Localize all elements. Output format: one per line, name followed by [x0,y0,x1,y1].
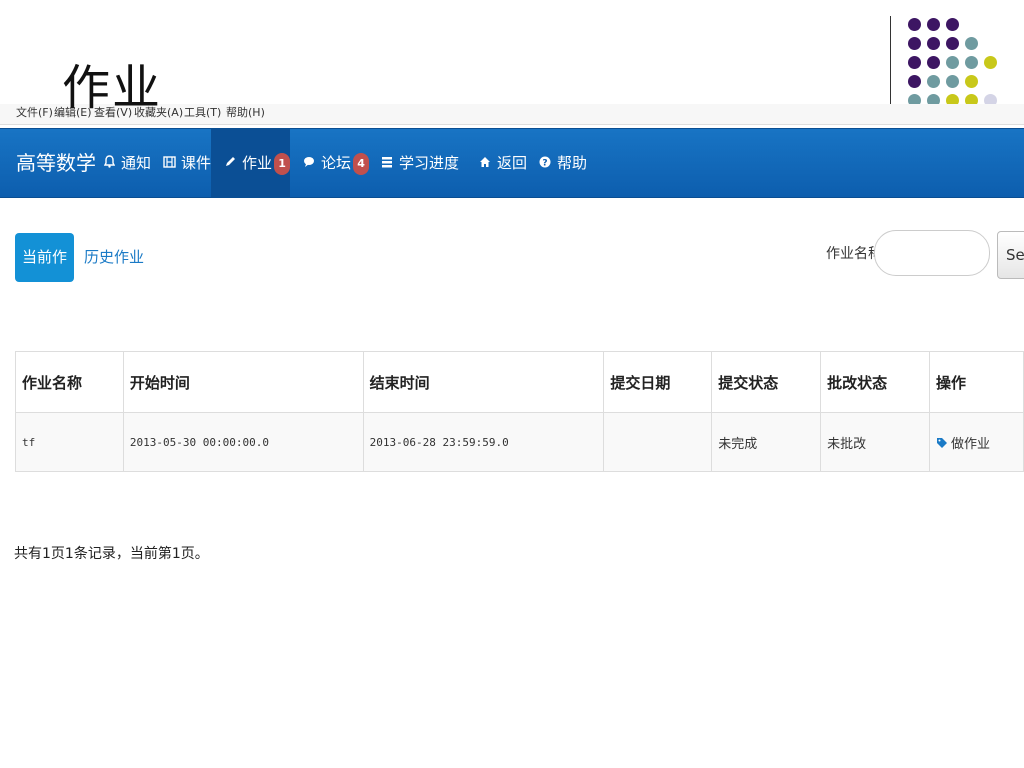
search-button[interactable]: Search [997,231,1024,279]
decorative-dot [984,56,997,69]
cell-submit-status: 未完成 [711,412,822,472]
col-header-submit-date: 提交日期 [603,351,713,413]
course-brand[interactable]: 高等数学 [16,147,96,176]
nav-item-progress[interactable]: 学习进度 [380,129,459,197]
bell-icon [102,131,116,199]
menu-help[interactable]: 帮助(H) [226,104,265,120]
decorative-dot [927,18,940,31]
question-icon: ? [538,131,552,199]
table-header-row: 作业名称 开始时间 结束时间 提交日期 提交状态 批改状态 操作 [15,351,1024,413]
nav-label-progress: 学习进度 [399,154,460,172]
decorative-dot [927,56,940,69]
pagination-summary: 共有1页1条记录，当前第1页。 [14,546,209,562]
decorative-dot [908,56,921,69]
col-header-end: 结束时间 [362,351,605,413]
nav-item-help[interactable]: ? 帮助 [538,129,587,197]
tab-current-homework[interactable]: 当前作业 [15,233,74,315]
decorative-dot [965,37,978,50]
col-header-start: 开始时间 [122,351,364,413]
cell-grade-status: 未批改 [820,412,931,472]
course-navbar: 高等数学 通知 课件 作业 1 论坛 4 学习进度 返回 ? 帮助 [0,128,1024,198]
homework-count-badge: 1 [274,152,291,175]
nav-item-homework[interactable]: 作业 1 [211,129,291,199]
col-header-submit-status: 提交状态 [711,351,822,413]
cell-action: 做作业 [929,412,1024,472]
tag-icon [936,437,951,452]
slide-title: 作业 [62,60,163,116]
table-row: tf 2013-05-30 00:00:00.0 2013-06-28 23:5… [15,412,1024,472]
tasks-icon [380,131,394,199]
slide-divider [890,16,891,110]
nav-label-help: 帮助 [557,154,588,172]
forum-count-badge: 4 [353,152,370,175]
pencil-icon [223,131,237,199]
home-icon [478,131,492,199]
nav-label-forum: 论坛 [321,154,352,172]
nav-item-notice[interactable]: 通知 [102,129,151,197]
nav-label-homework: 作业 [242,154,273,172]
decorative-dot [946,75,959,88]
cell-end-time: 2013-06-28 23:59:59.0 [362,412,605,472]
menu-file[interactable]: 文件(F) [16,104,53,120]
decorative-dot [908,75,921,88]
nav-label-back: 返回 [497,154,528,172]
do-homework-link[interactable]: 做作业 [936,437,990,452]
decorative-dot [946,56,959,69]
decorative-dot [946,37,959,50]
decorative-dot [927,75,940,88]
decorative-dot [965,56,978,69]
decorative-dot [908,37,921,50]
decorative-dot [965,75,978,88]
decorative-dot [908,18,921,31]
do-homework-label: 做作业 [951,436,991,452]
nav-label-notice: 通知 [121,154,152,172]
col-header-name: 作业名称 [15,351,124,413]
decorative-dot [946,18,959,31]
search-input[interactable] [874,230,990,276]
cell-submit-date [603,412,713,472]
decorative-dot [927,37,940,50]
svg-text:?: ? [542,159,547,169]
homework-table: 作业名称 开始时间 结束时间 提交日期 提交状态 批改状态 操作 tf 2013… [15,351,1024,472]
tab-history-homework[interactable]: 历史作业 [84,233,144,282]
comment-icon [302,131,316,199]
col-header-action: 操作 [929,351,1024,413]
nav-label-courseware: 课件 [181,154,212,172]
col-header-grade-status: 批改状态 [820,351,931,413]
nav-item-back[interactable]: 返回 [478,129,527,197]
cell-name: tf [15,412,124,472]
cell-start-time: 2013-05-30 00:00:00.0 [122,412,364,472]
menu-tools[interactable]: 工具(T) [184,104,221,120]
nav-item-courseware[interactable]: 课件 [162,129,211,197]
film-icon [162,131,176,199]
decorative-dots [908,14,1008,110]
nav-item-forum[interactable]: 论坛 4 [302,129,370,199]
